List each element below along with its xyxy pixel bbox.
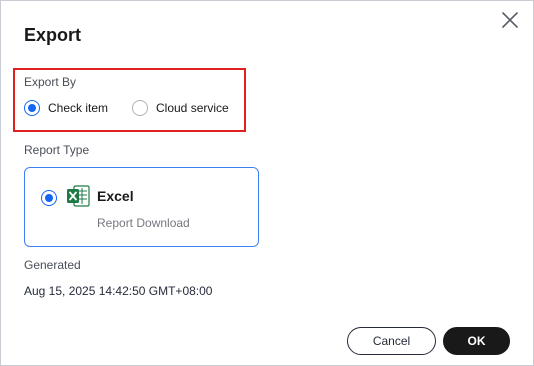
report-type-excel-radio[interactable] (41, 190, 57, 206)
radio-check-item-label: Check item (48, 101, 109, 115)
close-icon (502, 12, 518, 28)
radio-cloud-service-indicator[interactable] (132, 100, 148, 116)
export-by-label: Export By (24, 75, 77, 89)
cancel-button[interactable]: Cancel (347, 327, 436, 355)
export-dialog: Export Export By Check item Cloud servic… (0, 0, 534, 366)
radio-check-item-indicator[interactable] (24, 100, 40, 116)
radio-cloud-service[interactable]: Cloud service (132, 100, 229, 116)
generated-label: Generated (24, 258, 81, 272)
close-button[interactable] (499, 9, 521, 31)
report-type-card-excel[interactable]: Excel Report Download (24, 167, 259, 247)
report-type-label: Report Type (24, 143, 90, 157)
report-type-card-subtitle: Report Download (97, 216, 190, 230)
dialog-title: Export (24, 25, 82, 45)
excel-icon (67, 185, 90, 207)
ok-button[interactable]: OK (443, 327, 510, 355)
radio-cloud-service-label: Cloud service (156, 101, 229, 115)
report-type-card-title: Excel (97, 188, 134, 204)
radio-check-item[interactable]: Check item (24, 100, 108, 116)
generated-timestamp: Aug 15, 2025 14:42:50 GMT+08:00 (24, 284, 213, 298)
